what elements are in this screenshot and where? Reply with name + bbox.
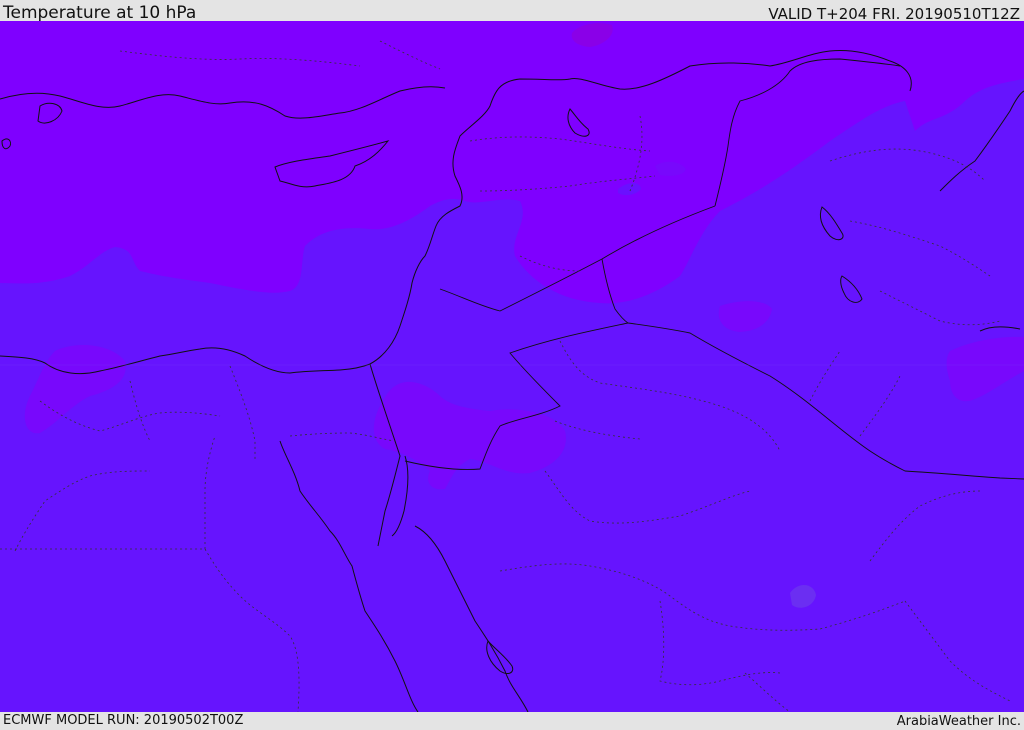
map-title: Temperature at 10 hPa [3,3,197,23]
credit-label: ArabiaWeather Inc. [896,714,1021,729]
footer-bar: ECMWF MODEL RUN: 20190502T00Z ArabiaWeat… [0,712,1024,729]
temperature-map [0,21,1024,712]
map-canvas [0,21,1024,712]
model-run-label: ECMWF MODEL RUN: 20190502T00Z [3,713,244,728]
header-bar: Temperature at 10 hPa VALID T+204 FRI. 2… [0,0,1024,23]
